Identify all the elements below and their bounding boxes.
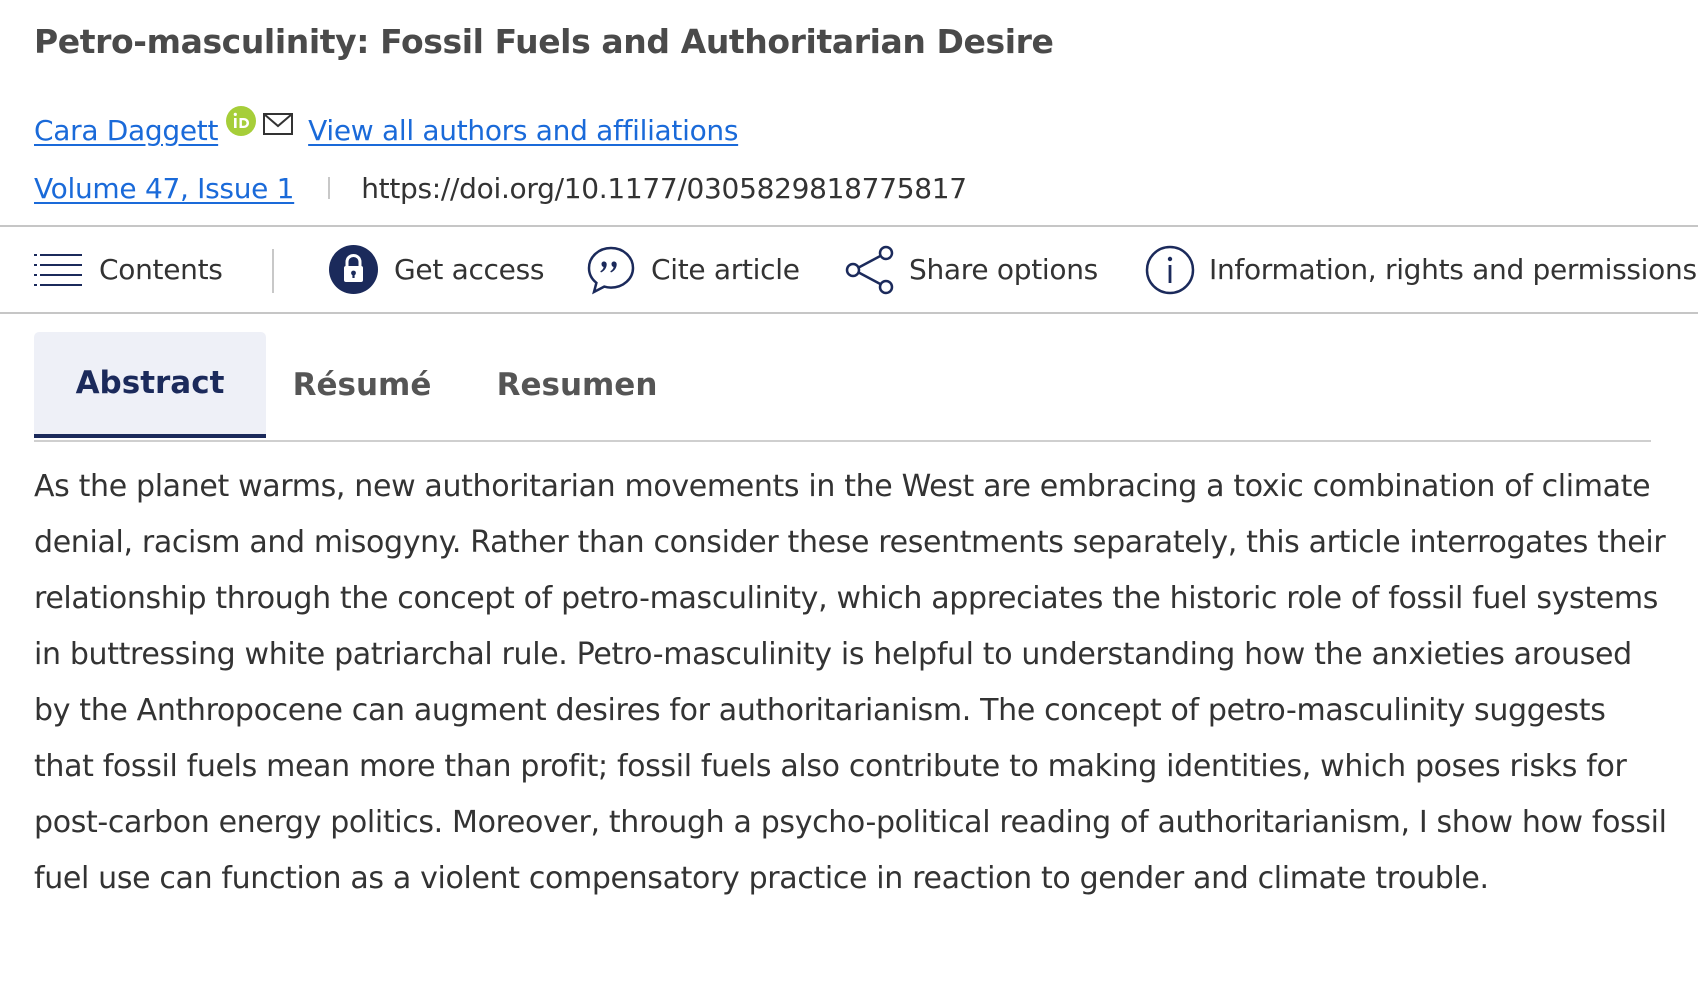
view-all-authors-link[interactable]: View all authors and affiliations — [308, 114, 738, 147]
toolbar-divider — [272, 249, 274, 293]
share-icon — [845, 245, 894, 294]
info-icon — [1145, 245, 1195, 294]
information-rights-label: Information, rights and permissions — [1209, 253, 1697, 286]
information-rights-button[interactable]: Information, rights and permissions — [1145, 227, 1697, 312]
volume-issue-link[interactable]: Volume 47, Issue 1 — [34, 172, 295, 205]
article-toolbar: Contents Get access Cite article Share o… — [0, 225, 1698, 314]
article-title: Petro-masculinity: Fossil Fuels and Auth… — [34, 22, 1054, 61]
tab-resume[interactable]: Résumé — [282, 332, 442, 438]
volume-doi-row: Volume 47, Issue 1 https://doi.org/10.11… — [34, 168, 967, 208]
author-link[interactable]: Cara Daggett — [34, 114, 218, 147]
get-access-label: Get access — [394, 253, 545, 286]
share-options-button[interactable]: Share options — [844, 227, 1098, 312]
share-options-label: Share options — [909, 253, 1098, 286]
authors-row: Cara Daggett View all authors and affili… — [34, 106, 738, 150]
contents-button[interactable]: Contents — [34, 227, 223, 312]
doi-text: https://doi.org/10.1177/0305829818775817 — [361, 171, 967, 205]
abstract-language-tabs: Abstract Résumé Resumen — [34, 332, 1651, 442]
tab-abstract[interactable]: Abstract — [34, 332, 266, 438]
quote-bubble-icon — [587, 246, 635, 294]
lock-icon — [329, 245, 378, 294]
cite-article-label: Cite article — [651, 253, 800, 286]
contents-label: Contents — [99, 253, 223, 286]
mail-icon[interactable] — [262, 112, 294, 136]
orcid-icon[interactable] — [226, 106, 257, 136]
cite-article-button[interactable]: Cite article — [586, 227, 800, 312]
get-access-button[interactable]: Get access — [329, 227, 544, 312]
separator — [328, 177, 331, 199]
abstract-text: As the planet warms, new authoritarian m… — [34, 469, 1667, 896]
hamburger-menu-icon — [34, 253, 82, 286]
tab-resumen[interactable]: Resumen — [497, 332, 658, 438]
